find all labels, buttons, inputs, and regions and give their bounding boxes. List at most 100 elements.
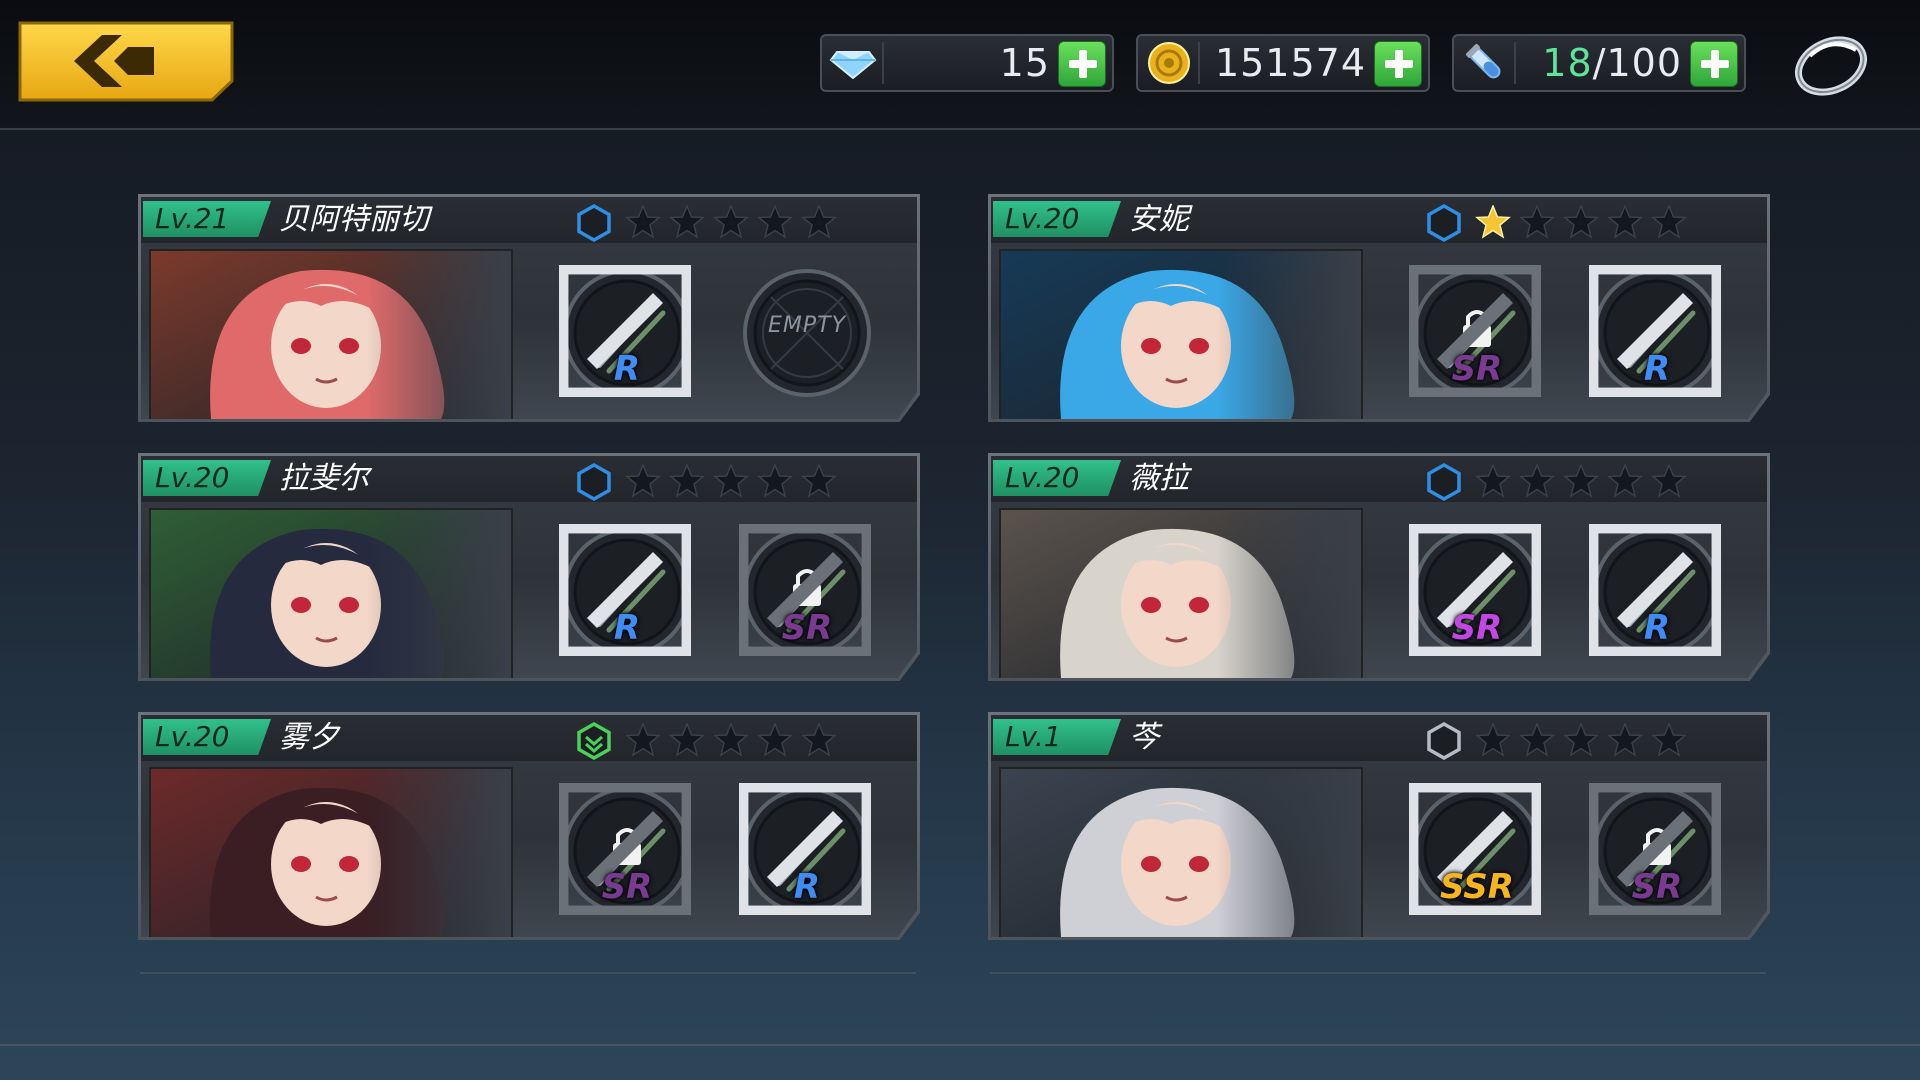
card-body: Lv.1 芩 SSR SR — [991, 715, 1767, 937]
star-rating — [625, 205, 837, 239]
star-rating — [625, 464, 837, 498]
level-badge: Lv.21 — [143, 201, 271, 237]
level-badge: Lv.20 — [993, 460, 1121, 496]
rank-hexagon-icon — [1427, 463, 1461, 501]
character-card[interactable]: Lv.20 薇拉 SR R — [988, 453, 1770, 681]
character-portrait — [151, 769, 511, 937]
star-icon — [1651, 723, 1687, 757]
rarity-label: SR — [1451, 349, 1503, 389]
equipment-slot[interactable]: SR — [1409, 524, 1543, 658]
card-header: Lv.20 薇拉 — [991, 456, 1767, 502]
stamina-max: 100 — [1606, 41, 1682, 85]
star-icon — [713, 723, 749, 757]
star-icon — [1475, 723, 1511, 757]
star-icon — [1475, 464, 1511, 498]
card-header: Lv.21 贝阿特丽切 — [141, 197, 917, 243]
character-portrait — [1001, 510, 1361, 678]
character-name: 安妮 — [1129, 202, 1189, 237]
character-portrait — [151, 251, 511, 419]
star-icon — [1651, 464, 1687, 498]
character-card[interactable]: Lv.20 雾夕 SR R — [138, 712, 920, 940]
equipment-slot[interactable]: SR — [739, 524, 873, 658]
stamina-separator: / — [1592, 41, 1607, 85]
add-gold-button[interactable] — [1374, 41, 1422, 87]
character-name: 拉斐尔 — [279, 461, 369, 496]
equipment-slot[interactable]: SSR — [1409, 783, 1543, 917]
star-icon — [1607, 464, 1643, 498]
equipment-slot[interactable]: SR — [1409, 265, 1543, 399]
star-rating — [625, 723, 837, 757]
equipment-slot[interactable]: SR — [559, 783, 693, 917]
rank-hexagon-icon — [1427, 722, 1461, 760]
star-icon — [625, 205, 661, 239]
character-name: 雾夕 — [279, 720, 339, 755]
character-portrait — [151, 510, 511, 678]
portrait-frame — [149, 249, 513, 419]
equipment-slot[interactable]: SR — [1589, 783, 1723, 917]
gold-counter: 151574 — [1136, 34, 1430, 92]
rarity-label: R — [613, 349, 641, 389]
card-body: Lv.21 贝阿特丽切 R EMPTY — [141, 197, 917, 419]
divider — [882, 42, 884, 84]
diamond-count: 15 — [999, 41, 1050, 85]
star-icon — [801, 723, 837, 757]
equipment-slot[interactable]: EMPTY — [741, 267, 873, 399]
equipment-slot[interactable]: R — [559, 265, 693, 399]
character-card[interactable]: Lv.1 芩 SSR SR — [988, 712, 1770, 940]
rarity-label: SR — [1451, 608, 1503, 648]
divider — [140, 972, 916, 974]
character-portrait — [1001, 251, 1361, 419]
star-icon — [1563, 723, 1599, 757]
rarity-label: SR — [781, 608, 833, 648]
star-icon — [1651, 205, 1687, 239]
rarity-label: SR — [601, 867, 653, 907]
star-icon — [625, 723, 661, 757]
star-icon — [669, 464, 705, 498]
star-icon — [1519, 723, 1555, 757]
star-icon — [669, 205, 705, 239]
back-button[interactable] — [18, 21, 234, 102]
add-stamina-button[interactable] — [1690, 41, 1738, 87]
gold-count: 151574 — [1214, 41, 1366, 85]
divider — [1198, 42, 1200, 84]
card-body: Lv.20 拉斐尔 R SR — [141, 456, 917, 678]
star-icon — [757, 464, 793, 498]
star-rating — [1475, 205, 1687, 239]
character-card[interactable]: Lv.21 贝阿特丽切 R EMPTY — [138, 194, 920, 422]
card-body: Lv.20 安妮 SR R — [991, 197, 1767, 419]
equipment-slot[interactable]: R — [559, 524, 693, 658]
star-icon — [1607, 723, 1643, 757]
star-icon — [1563, 205, 1599, 239]
rank-hexagon-icon — [577, 463, 611, 501]
star-icon — [801, 205, 837, 239]
rank-hexagon-icon — [577, 204, 611, 242]
top-bar: 15 151574 18/100 — [0, 0, 1920, 130]
star-rating — [1475, 723, 1687, 757]
rarity-label: R — [1643, 349, 1671, 389]
star-icon — [1519, 205, 1555, 239]
character-name: 贝阿特丽切 — [279, 202, 429, 237]
divider — [990, 972, 1766, 974]
rarity-label: R — [613, 608, 641, 648]
level-badge: Lv.1 — [993, 719, 1121, 755]
star-rating — [1475, 464, 1687, 498]
stamina-count: 18/100 — [1542, 40, 1682, 86]
portrait-frame — [149, 767, 513, 937]
settings-button[interactable] — [1790, 26, 1872, 102]
add-diamond-button[interactable] — [1058, 41, 1106, 87]
character-card[interactable]: Lv.20 拉斐尔 R SR — [138, 453, 920, 681]
level-badge: Lv.20 — [143, 460, 271, 496]
diamond-icon — [826, 40, 880, 86]
portrait-frame — [999, 767, 1363, 937]
character-card[interactable]: Lv.20 安妮 SR R — [988, 194, 1770, 422]
portrait-frame — [999, 508, 1363, 678]
empty-slot-label: EMPTY — [767, 313, 847, 338]
card-header: Lv.20 拉斐尔 — [141, 456, 917, 502]
portrait-frame — [999, 249, 1363, 419]
character-name: 芩 — [1129, 720, 1159, 755]
card-header: Lv.1 芩 — [991, 715, 1767, 761]
equipment-slot[interactable]: R — [739, 783, 873, 917]
stamina-counter: 18/100 — [1452, 34, 1746, 92]
equipment-slot[interactable]: R — [1589, 524, 1723, 658]
equipment-slot[interactable]: R — [1589, 265, 1723, 399]
